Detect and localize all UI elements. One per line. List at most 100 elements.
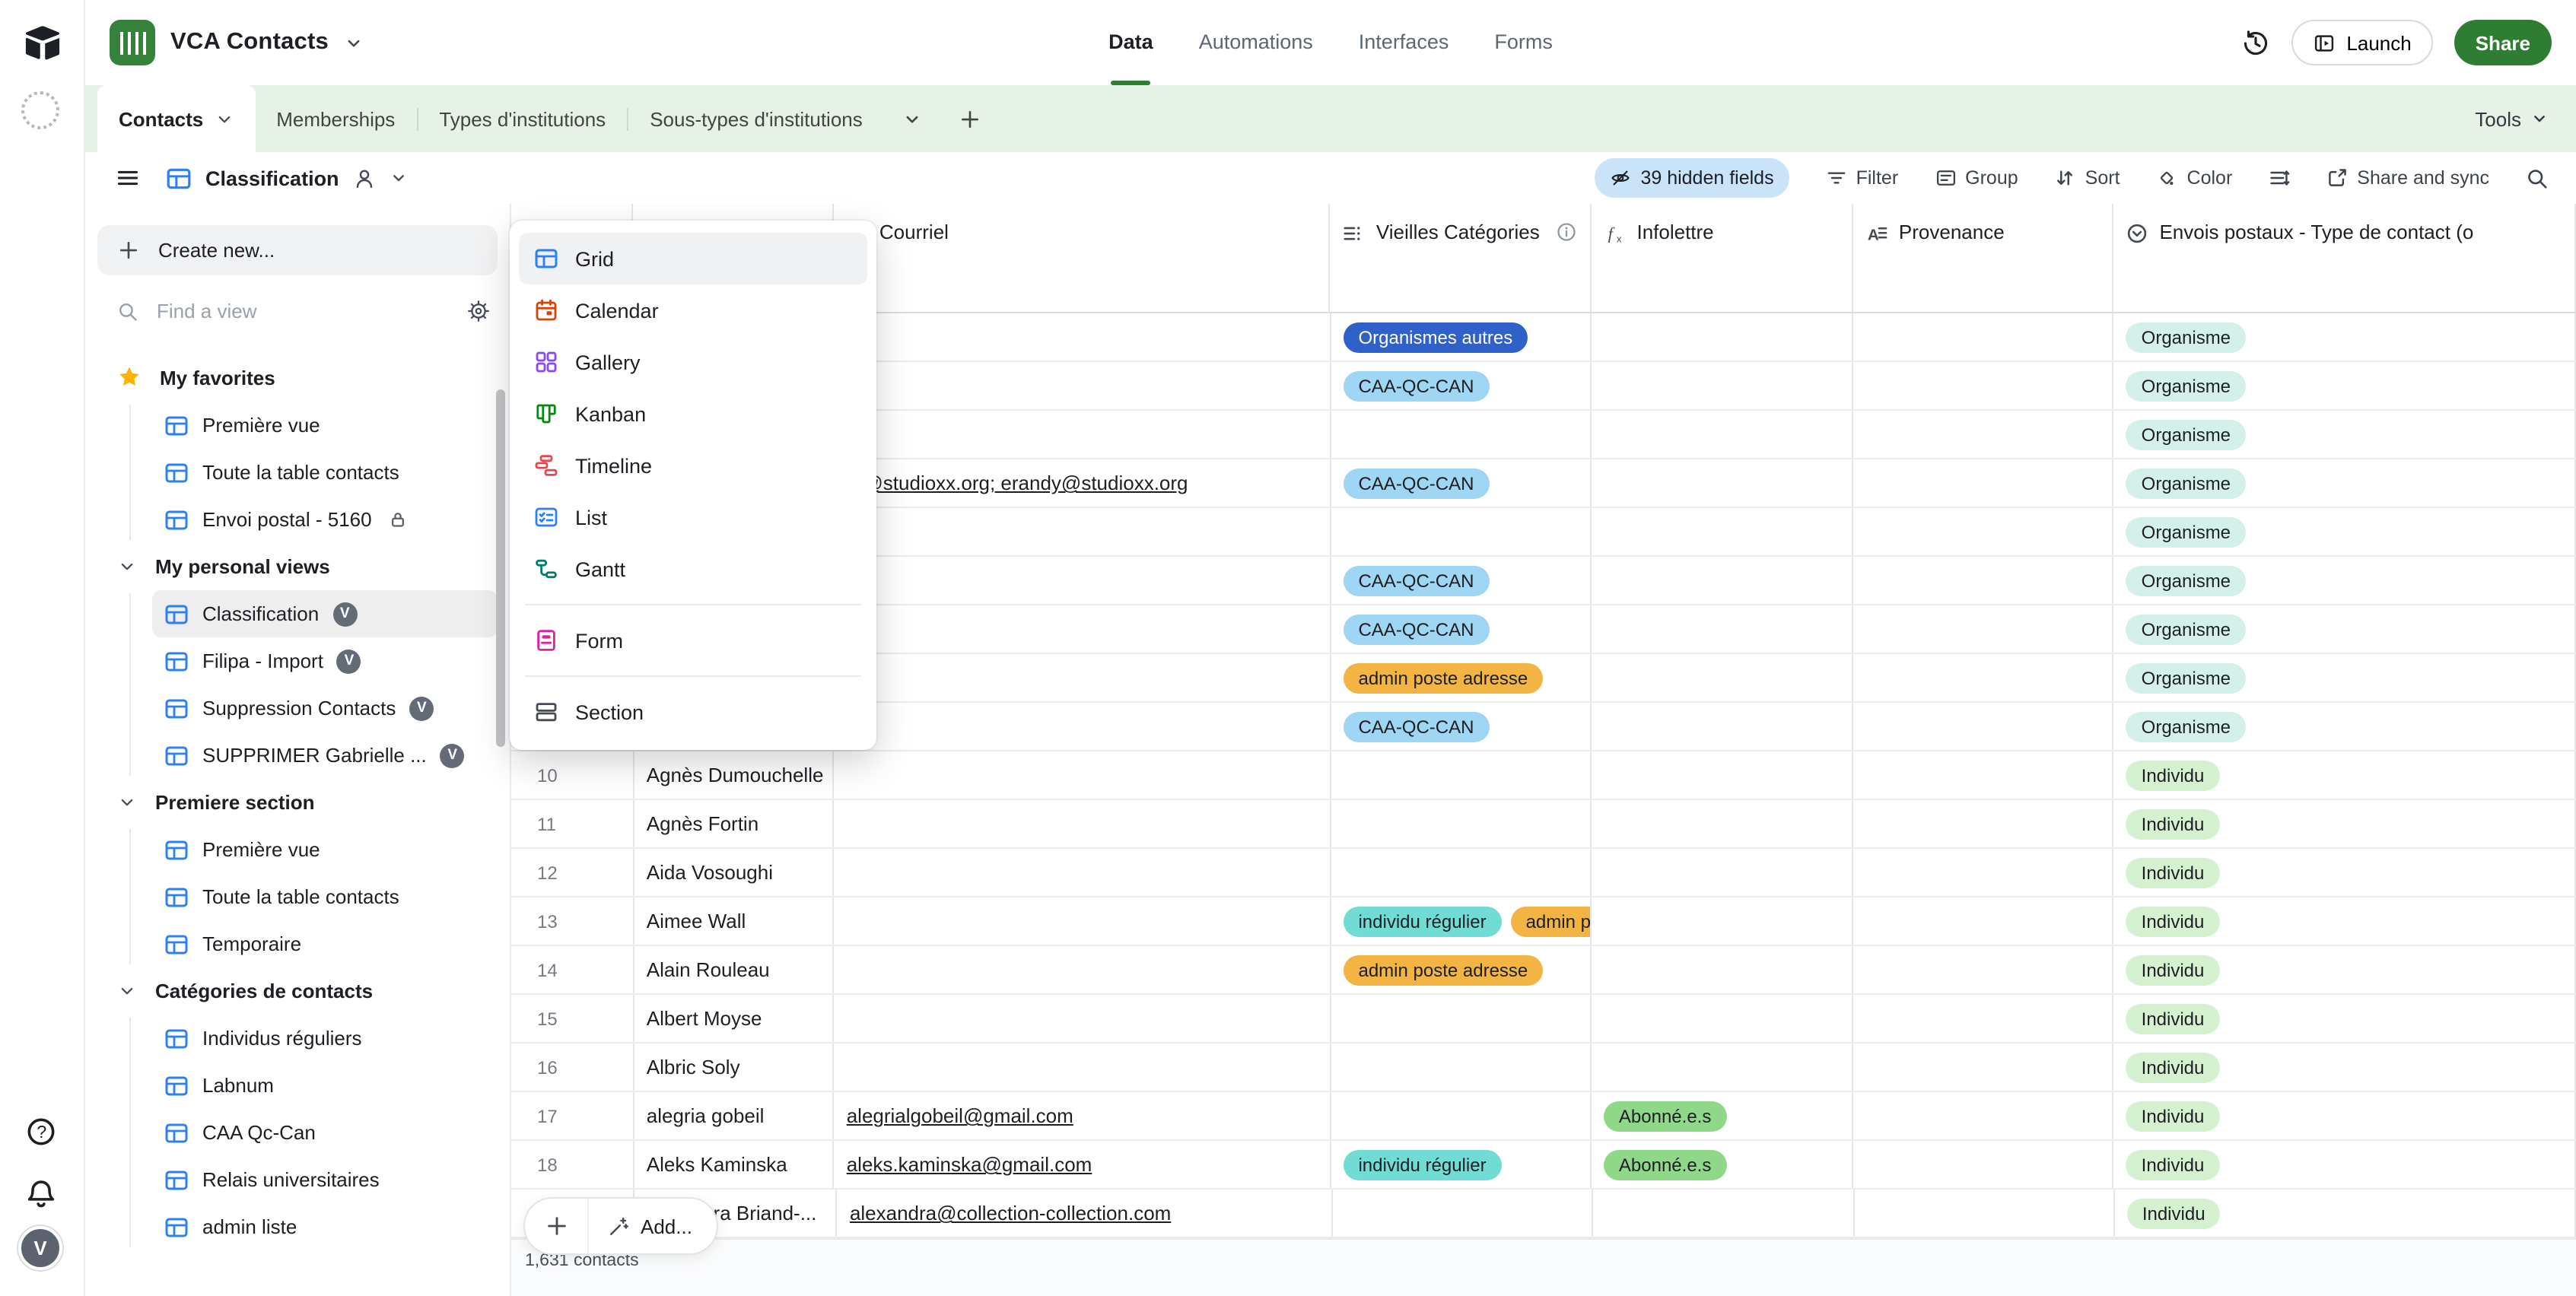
cell-infolettre[interactable] (1592, 362, 1854, 409)
cell-name[interactable]: Alain Rouleau (634, 946, 835, 993)
notifications-bell-icon[interactable] (24, 1177, 58, 1211)
cell-name[interactable]: Agnès Fortin (634, 800, 835, 847)
cell-infolettre[interactable] (1592, 508, 1854, 555)
color-button[interactable]: Color (2157, 167, 2232, 189)
cell-envois-postaux[interactable]: Individu (2115, 1190, 2576, 1237)
cell-infolettre[interactable]: Abonné.e.s (1592, 1092, 1854, 1139)
view-menu-item-calendar[interactable]: Calendar (519, 284, 867, 336)
sidebar-view-item[interactable]: Temporaire (152, 920, 498, 967)
sidebar-view-item[interactable]: Toute la table contacts (152, 873, 498, 920)
cell-infolettre[interactable] (1592, 703, 1854, 750)
view-menu-item-timeline[interactable]: Timeline (519, 440, 867, 491)
cell-courriel[interactable] (835, 557, 1331, 604)
cell-row-number[interactable]: 11 (511, 800, 634, 847)
column-header-vc[interactable]: Vieilles Catégories (1331, 204, 1592, 312)
sidebar-view-item[interactable]: Suppression Contacts V (152, 685, 498, 732)
cell-provenance[interactable] (1853, 411, 2114, 458)
column-header-email[interactable]: Courriel (834, 204, 1331, 312)
view-settings-gear-icon[interactable] (467, 300, 490, 322)
cell-vieilles-categories[interactable]: CAA-QC-CAN (1331, 703, 1592, 750)
base-icon[interactable] (110, 20, 155, 65)
cell-infolettre[interactable] (1592, 557, 1854, 604)
cell-name[interactable]: Albric Soly (634, 1043, 835, 1091)
cell-courriel[interactable] (835, 411, 1331, 458)
add-record-button[interactable] (525, 1199, 589, 1253)
cell-provenance[interactable] (1853, 897, 2114, 945)
view-menu-item-list[interactable]: List (519, 491, 867, 543)
cell-infolettre[interactable] (1592, 800, 1854, 847)
sort-button[interactable]: Sort (2055, 167, 2120, 189)
create-new-view-button[interactable]: Create new... (97, 225, 498, 275)
cell-envois-postaux[interactable]: Individu (2114, 995, 2576, 1042)
sidebar-section-cat-gories-de-contacts[interactable]: Catégories de contacts (97, 967, 498, 1015)
sidebar-view-item[interactable]: SUPPRIMER Gabrielle ... V (152, 732, 498, 779)
cell-infolettre[interactable] (1592, 654, 1854, 701)
sidebar-section-my-personal-views[interactable]: My personal views (97, 543, 498, 590)
cell-provenance[interactable] (1853, 703, 2114, 750)
sidebar-view-item[interactable]: Première vue (152, 826, 498, 873)
add-with-ai-button[interactable]: Add... (589, 1215, 717, 1237)
cell-courriel[interactable]: fo@studioxx.org; erandy@studioxx.org (835, 459, 1331, 507)
nav-tab-data[interactable]: Data (1108, 0, 1153, 85)
cell-courriel[interactable] (835, 605, 1331, 653)
help-icon[interactable]: ? (24, 1115, 58, 1148)
cell-row-number[interactable]: 17 (511, 1092, 634, 1139)
cell-envois-postaux[interactable]: Individu (2114, 800, 2576, 847)
cell-provenance[interactable] (1855, 1190, 2115, 1237)
cell-courriel[interactable] (835, 703, 1331, 750)
cell-vieilles-categories[interactable]: individu régulier (1331, 1141, 1592, 1188)
cell-vieilles-categories[interactable] (1331, 1092, 1592, 1139)
column-header-prov[interactable]: A Provenance (1853, 204, 2114, 312)
cell-infolettre[interactable] (1592, 995, 1854, 1042)
cell-courriel[interactable] (835, 654, 1331, 701)
table-tab-types-d-institutions[interactable]: Types d'institutions (418, 85, 627, 152)
hidden-fields-button[interactable]: 39 hidden fields (1595, 158, 1789, 198)
sidebar-view-item[interactable]: Individus réguliers (152, 1015, 498, 1062)
column-header-env[interactable]: Envois postaux - Type de contact (o (2113, 204, 2576, 312)
cell-provenance[interactable] (1853, 751, 2114, 799)
share-button[interactable]: Share (2454, 20, 2552, 65)
cell-envois-postaux[interactable]: Individu (2114, 849, 2576, 896)
cell-provenance[interactable] (1853, 313, 2114, 361)
cell-vieilles-categories[interactable] (1333, 1190, 1594, 1237)
table-tab-memberships[interactable]: Memberships (255, 85, 416, 152)
cell-provenance[interactable] (1853, 849, 2114, 896)
cell-envois-postaux[interactable]: Organisme (2114, 654, 2576, 701)
table-list-chevron-icon[interactable] (884, 85, 940, 152)
cell-vieilles-categories[interactable] (1331, 1043, 1592, 1091)
cell-infolettre[interactable] (1593, 1190, 1855, 1237)
cell-infolettre[interactable]: Abonné.e.s (1592, 1141, 1854, 1188)
cell-name[interactable]: Agnès Dumouchelle (634, 751, 835, 799)
cell-courriel[interactable] (835, 849, 1331, 896)
cell-provenance[interactable] (1853, 654, 2114, 701)
cell-infolettre[interactable] (1592, 897, 1854, 945)
cell-vieilles-categories[interactable] (1331, 411, 1592, 458)
cell-envois-postaux[interactable]: Organisme (2114, 411, 2576, 458)
info-icon[interactable] (1554, 221, 1577, 243)
cell-vieilles-categories[interactable] (1331, 849, 1592, 896)
cell-courriel[interactable]: aleks.kaminska@gmail.com (835, 1141, 1331, 1188)
sidebar-view-item[interactable]: Labnum (152, 1062, 498, 1109)
cell-courriel[interactable] (835, 313, 1331, 361)
group-button[interactable]: Group (1935, 167, 2018, 189)
cell-envois-postaux[interactable]: Organisme (2114, 508, 2576, 555)
cell-vieilles-categories[interactable]: CAA-QC-CAN (1331, 362, 1592, 409)
cell-name[interactable]: alegria gobeil (634, 1092, 835, 1139)
cell-provenance[interactable] (1853, 508, 2114, 555)
search-icon[interactable] (2526, 167, 2549, 189)
cell-provenance[interactable] (1853, 1043, 2114, 1091)
cell-provenance[interactable] (1853, 362, 2114, 409)
view-menu-item-form[interactable]: Form (519, 615, 867, 666)
cell-vieilles-categories[interactable] (1331, 800, 1592, 847)
cell-provenance[interactable] (1853, 995, 2114, 1042)
email-link[interactable]: alexandra@collection-collection.com (850, 1202, 1171, 1225)
view-menu-item-section[interactable]: Section (519, 686, 867, 738)
cell-vieilles-categories[interactable] (1331, 751, 1592, 799)
user-avatar[interactable]: V (18, 1226, 62, 1270)
cell-vieilles-categories[interactable] (1331, 508, 1592, 555)
sidebar-view-item[interactable]: Relais universitaires (152, 1156, 498, 1203)
cell-infolettre[interactable] (1592, 313, 1854, 361)
cell-envois-postaux[interactable]: Organisme (2114, 557, 2576, 604)
cell-vieilles-categories[interactable]: CAA-QC-CAN (1331, 605, 1592, 653)
view-menu-item-gantt[interactable]: Gantt (519, 543, 867, 595)
